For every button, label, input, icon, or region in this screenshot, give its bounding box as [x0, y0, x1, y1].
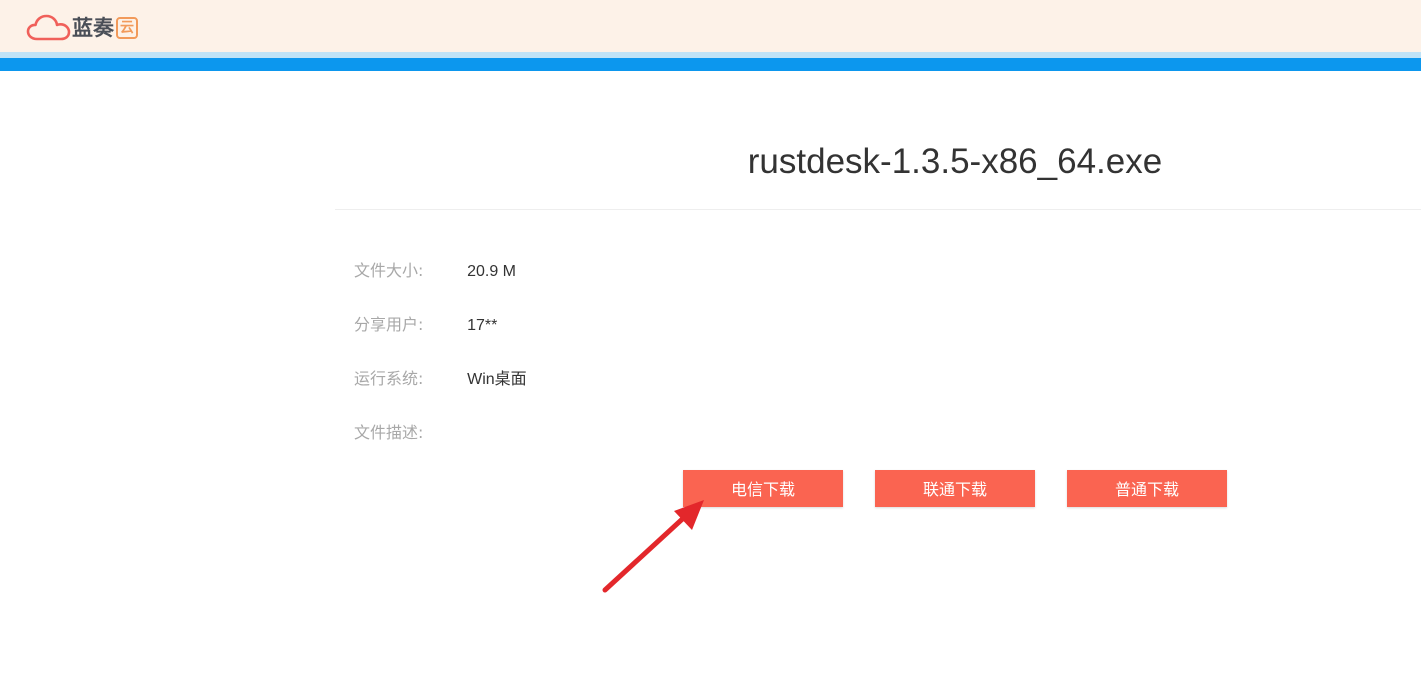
os-value: Win桌面 [467, 371, 527, 388]
normal-download-button[interactable]: 普通下载 [1067, 470, 1227, 507]
info-label: 运行系统: [354, 369, 424, 388]
file-size-value: 20.9 M [467, 263, 517, 280]
file-title: rustdesk-1.3.5-x86_64.exe [747, 142, 1163, 181]
download-page: 蓝奏 云 rustdesk-1.3.5-x86_64.exe 文件大小: 20.… [0, 0, 1421, 683]
site-header: 蓝奏 云 [0, 0, 1421, 52]
title-divider [335, 209, 1421, 210]
header-divider-blue [0, 58, 1421, 71]
cloud-icon [26, 14, 71, 41]
annotation-arrow-icon [602, 500, 704, 593]
share-user-value: 17** [467, 317, 498, 334]
logo-text: 蓝奏 [72, 16, 114, 40]
info-row-user: 分享用户: 17** [354, 313, 497, 337]
logo-badge: 云 [116, 17, 138, 39]
info-label: 文件大小: [354, 261, 424, 280]
info-label: 文件描述: [354, 423, 424, 442]
unicom-download-button[interactable]: 联通下载 [875, 470, 1035, 507]
info-row-description: 文件描述: [354, 421, 467, 445]
site-logo[interactable]: 蓝奏 云 [26, 13, 138, 43]
info-row-size: 文件大小: 20.9 M [354, 259, 516, 283]
info-row-os: 运行系统: Win桌面 [354, 367, 527, 391]
info-label: 分享用户: [354, 315, 424, 334]
